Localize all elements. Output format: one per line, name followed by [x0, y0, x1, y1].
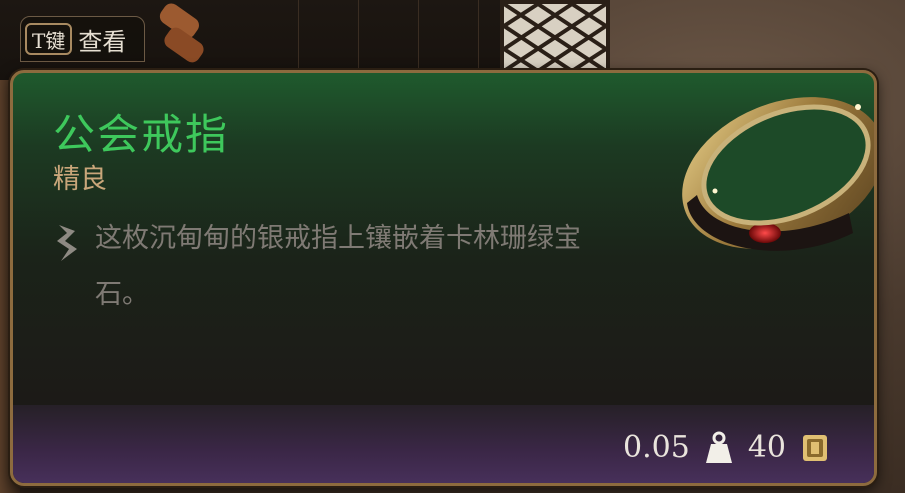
- weight-icon: [705, 431, 732, 463]
- inventory-slot: [420, 0, 479, 80]
- ring-with-gem-icon: [682, 97, 874, 251]
- window-background: [500, 0, 610, 75]
- lattice-window-icon: [502, 2, 608, 73]
- inspect-key-hint[interactable]: T键 查看: [20, 16, 146, 62]
- item-rarity: 精良: [53, 164, 107, 195]
- keybind-badge: T键: [25, 23, 73, 55]
- item-description: 这枚沉甸甸的银戒指上镶嵌着卡林珊绿宝石。: [95, 223, 581, 310]
- inventory-slot: [240, 0, 299, 80]
- item-tooltip: 公会戒指 精良 这枚沉甸甸的银戒指上镶嵌着卡林珊绿宝石。 0.05 40: [10, 70, 877, 486]
- item-weight: 0.05: [623, 430, 690, 465]
- inventory-slot: [300, 0, 359, 80]
- inventory-slot: [360, 0, 419, 80]
- item-stats: 0.05 40: [623, 430, 830, 465]
- item-description-row: 这枚沉甸甸的银戒指上镶嵌着卡林珊绿宝石。: [51, 219, 595, 323]
- inspect-label: 查看: [78, 27, 127, 56]
- scroll-item-icon: [159, 3, 204, 63]
- item-name: 公会戒指: [53, 110, 230, 159]
- tooltip-footer: 0.05 40: [13, 405, 874, 483]
- item-value: 40: [747, 430, 786, 465]
- feather-bullet-icon: [57, 225, 77, 261]
- game-scene: T键 查看 公会戒指 精良 这枚沉甸甸的银戒指上镶嵌着卡林珊绿宝石。 0.05 …: [0, 0, 905, 493]
- gold-coin-icon: [803, 434, 827, 461]
